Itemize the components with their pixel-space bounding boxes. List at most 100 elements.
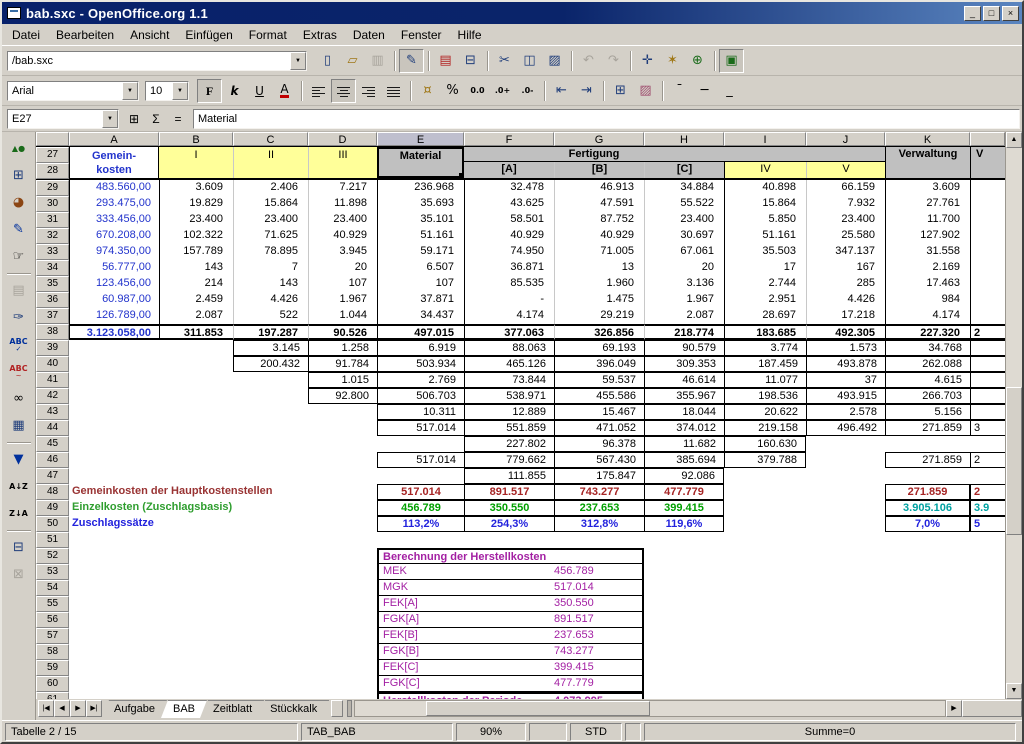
cell-K39[interactable]: 34.768: [885, 340, 970, 356]
column-header-C[interactable]: C: [233, 132, 308, 146]
sheet-tab-stückkalk[interactable]: Stückkalk: [258, 700, 329, 718]
cell-B43[interactable]: [159, 404, 233, 420]
cell-H31[interactable]: 23.400: [644, 212, 724, 228]
calc-row-53[interactable]: MEK456.789: [377, 564, 644, 580]
cell-I28[interactable]: IV: [724, 162, 806, 178]
align-left-icon[interactable]: [306, 79, 331, 103]
row-header-53[interactable]: 53: [36, 564, 69, 580]
column-header-B[interactable]: B: [159, 132, 233, 146]
column-header-K[interactable]: K: [885, 132, 970, 146]
row-header-50[interactable]: 50: [36, 516, 69, 532]
status-sum[interactable]: Summe=0: [644, 723, 1016, 741]
cell-J43[interactable]: 2.578: [806, 404, 885, 420]
url-value[interactable]: /bab.sxc: [12, 55, 53, 67]
align-justify-icon[interactable]: [381, 79, 406, 103]
cell-B33[interactable]: 157.789: [159, 244, 233, 260]
row-header-36[interactable]: 36: [36, 292, 69, 308]
align-center-icon[interactable]: [331, 79, 356, 103]
cell-G30[interactable]: 47.591: [554, 196, 644, 212]
calc-row-59[interactable]: FEK[C]399.415: [377, 660, 644, 676]
cell-C33[interactable]: 78.895: [233, 244, 308, 260]
status-mode[interactable]: STD: [570, 723, 622, 741]
scroll-down-icon[interactable]: ▼: [1006, 683, 1022, 699]
cell-J33[interactable]: 347.137: [806, 244, 885, 260]
cell-H41[interactable]: 46.614: [644, 372, 724, 388]
cell-F34[interactable]: 36.871: [464, 260, 554, 276]
cell-J28[interactable]: V: [806, 162, 885, 178]
navigator-icon[interactable]: ✛: [635, 49, 660, 73]
scroll-up-icon[interactable]: ▲: [1006, 132, 1022, 148]
cell-B47[interactable]: [159, 468, 233, 484]
increase-indent-icon[interactable]: ⇥: [574, 79, 599, 103]
cell-A39[interactable]: [69, 340, 159, 356]
cell-E32[interactable]: 51.161: [377, 228, 464, 244]
scroll-right-icon[interactable]: ▶: [946, 700, 962, 717]
cell-L47[interactable]: [970, 468, 1005, 484]
menu-item-format[interactable]: Format: [241, 26, 295, 44]
font-size-dropdown-icon[interactable]: ▼: [172, 82, 188, 100]
close-button[interactable]: ×: [1002, 6, 1019, 21]
cell-B27[interactable]: I: [159, 147, 233, 178]
cell-A27-gemeinkosten[interactable]: Gemein- kosten: [69, 147, 159, 178]
title-bar[interactable]: bab.sxc - OpenOffice.org 1.1 _ □ ×: [2, 2, 1022, 24]
cell-C34[interactable]: 7: [233, 260, 308, 276]
cell-I37[interactable]: 28.697: [724, 308, 806, 324]
row-header-59[interactable]: 59: [36, 660, 69, 676]
cell-L33[interactable]: [970, 244, 1005, 260]
cell-B46[interactable]: [159, 452, 233, 468]
cell-E47[interactable]: [377, 468, 464, 484]
row-header-29[interactable]: 29: [36, 180, 69, 196]
cell-H34[interactable]: 20: [644, 260, 724, 276]
cell-L38[interactable]: 2: [970, 324, 1005, 340]
cell-L41[interactable]: [970, 372, 1005, 388]
tab-stub[interactable]: [331, 700, 343, 717]
cell-K46[interactable]: 271.859: [885, 452, 970, 468]
cell-C30[interactable]: 15.864: [233, 196, 308, 212]
cell-D35[interactable]: 107: [308, 276, 377, 292]
insert-chart-icon[interactable]: ◕: [6, 190, 32, 215]
row-header-48[interactable]: 48: [36, 484, 69, 500]
number-format-currency-icon[interactable]: ¤: [415, 79, 440, 103]
cell-I31[interactable]: 5.850: [724, 212, 806, 228]
cell-L31[interactable]: [970, 212, 1005, 228]
cell-A37[interactable]: 126.789,00: [69, 308, 159, 324]
cell-E43[interactable]: 10.311: [377, 404, 464, 420]
tab-next-icon[interactable]: ▶: [70, 700, 86, 717]
calc-row-57[interactable]: FEK[B]237.653: [377, 628, 644, 644]
font-name-value[interactable]: Arial: [12, 85, 34, 97]
cell-L45[interactable]: [970, 436, 1005, 452]
cell-A34[interactable]: 56.777,00: [69, 260, 159, 276]
cell-C35[interactable]: 143: [233, 276, 308, 292]
row-header-37[interactable]: 37: [36, 308, 69, 324]
cell-G46[interactable]: 567.430: [554, 452, 644, 468]
cell-I39[interactable]: 3.774: [724, 340, 806, 356]
cell-I42[interactable]: 198.536: [724, 388, 806, 404]
cell-F48[interactable]: 891.517: [464, 484, 554, 500]
cell-A41[interactable]: [69, 372, 159, 388]
cell-K33[interactable]: 31.558: [885, 244, 970, 260]
cell-D44[interactable]: [308, 420, 377, 436]
cell-L39[interactable]: [970, 340, 1005, 356]
auto-spellcheck-icon[interactable]: ABC~: [6, 359, 32, 384]
cell-F43[interactable]: 12.889: [464, 404, 554, 420]
cell-J45[interactable]: [806, 436, 885, 452]
minimize-button[interactable]: _: [964, 6, 981, 21]
cell-B38[interactable]: 311.853: [159, 324, 233, 340]
cell-G41[interactable]: 59.537: [554, 372, 644, 388]
tab-splitter[interactable]: [347, 700, 352, 717]
cell-E46[interactable]: 517.014: [377, 452, 464, 468]
cell-K35[interactable]: 17.463: [885, 276, 970, 292]
horizontal-scrollbar[interactable]: [354, 700, 946, 717]
cell-I35[interactable]: 2.744: [724, 276, 806, 292]
cell-reference-value[interactable]: E27: [12, 113, 32, 125]
cell-F32[interactable]: 40.929: [464, 228, 554, 244]
align-right-icon[interactable]: [356, 79, 381, 103]
cell-E31[interactable]: 35.101: [377, 212, 464, 228]
cell-H35[interactable]: 3.136: [644, 276, 724, 292]
column-header-A[interactable]: A: [69, 132, 159, 146]
cell-G36[interactable]: 1.475: [554, 292, 644, 308]
cell-D38[interactable]: 90.526: [308, 324, 377, 340]
open-document-icon[interactable]: ▱: [340, 49, 365, 73]
tab-first-icon[interactable]: |◀: [38, 700, 54, 717]
cell-I38[interactable]: 183.685: [724, 324, 806, 340]
